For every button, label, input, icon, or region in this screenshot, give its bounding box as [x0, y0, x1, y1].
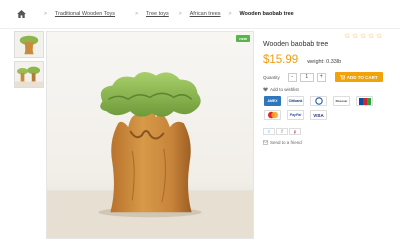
wishlist-label: Add to wishlist — [270, 87, 299, 92]
star-icon[interactable]: ☆ — [344, 33, 351, 40]
star-icon[interactable]: ☆ — [352, 33, 359, 40]
star-icon[interactable]: ☆ — [376, 33, 383, 40]
new-badge: new — [236, 35, 250, 42]
breadcrumb-separator: > — [228, 11, 232, 17]
paypal-logo: PayPal — [287, 110, 304, 120]
quantity-plus-button[interactable]: + — [316, 72, 326, 82]
add-to-cart-label: ADD TO CART — [346, 74, 378, 80]
product-price: $15.99 — [263, 54, 299, 66]
add-to-wishlist-link[interactable]: Add to wishlist — [263, 87, 299, 92]
cart-icon — [339, 74, 345, 80]
product-main-image[interactable]: new — [46, 31, 254, 239]
price-row: $15.99 weight: 0.33lb — [263, 54, 341, 66]
jcb-logo — [356, 96, 373, 106]
envelope-icon — [263, 140, 268, 145]
product-thumbnail-2[interactable] — [14, 61, 44, 88]
add-to-cart-button[interactable]: ADD TO CART — [334, 72, 383, 82]
payment-row: AMEX Citibank Discover — [264, 96, 374, 106]
rating-stars[interactable]: ☆ ☆ ☆ ☆ ☆ — [344, 33, 383, 40]
breadcrumb: > Traditional Wooden Toys > Tree toys > … — [0, 0, 400, 28]
diners-logo — [310, 96, 327, 106]
send-to-friend-link[interactable]: Send to a friend — [263, 140, 302, 145]
breadcrumb-separator: > — [178, 11, 182, 17]
quantity-input[interactable]: 1 — [299, 72, 314, 82]
home-icon[interactable] — [17, 10, 26, 18]
discover-logo: Discover — [333, 96, 350, 106]
payment-methods: AMEX Citibank Discover PayPal VISA — [264, 96, 374, 124]
divider — [0, 28, 400, 29]
breadcrumb-current: Wooden baobab tree — [239, 11, 294, 17]
star-icon[interactable]: ☆ — [360, 33, 367, 40]
baobab-tree-image — [47, 32, 253, 238]
twitter-share-button[interactable]: t — [263, 128, 275, 135]
amex-logo: AMEX — [264, 96, 281, 106]
breadcrumb-link-tree-toys[interactable]: Tree toys — [146, 11, 169, 17]
breadcrumb-link-african-trees[interactable]: African trees — [190, 11, 221, 17]
diners-icon — [314, 97, 323, 105]
star-icon[interactable]: ☆ — [368, 33, 375, 40]
breadcrumb-link-traditional-wooden-toys[interactable]: Traditional Wooden Toys — [55, 11, 115, 17]
heart-icon — [263, 87, 268, 92]
mastercard-logo — [264, 110, 281, 120]
social-share: t f p — [263, 128, 301, 135]
payment-row: PayPal VISA — [264, 110, 374, 120]
facebook-share-button[interactable]: f — [276, 128, 288, 135]
product-thumbnail-1[interactable] — [14, 31, 44, 58]
quantity-row: Quantity - 1 + ADD TO CART — [263, 72, 383, 82]
mastercard-icon — [267, 111, 278, 119]
visa-logo: VISA — [310, 110, 327, 120]
quantity-label: Quantity — [263, 74, 280, 80]
product-weight: weight: 0.33lb — [307, 59, 342, 65]
pinterest-share-button[interactable]: p — [289, 128, 301, 135]
breadcrumb-separator: > — [44, 11, 47, 17]
send-to-friend-label: Send to a friend — [270, 140, 302, 145]
quantity-minus-button[interactable]: - — [287, 72, 297, 82]
citibank-logo: Citibank — [287, 96, 304, 106]
product-title: Wooden baobab tree — [263, 41, 329, 48]
breadcrumb-separator: > — [135, 11, 138, 17]
